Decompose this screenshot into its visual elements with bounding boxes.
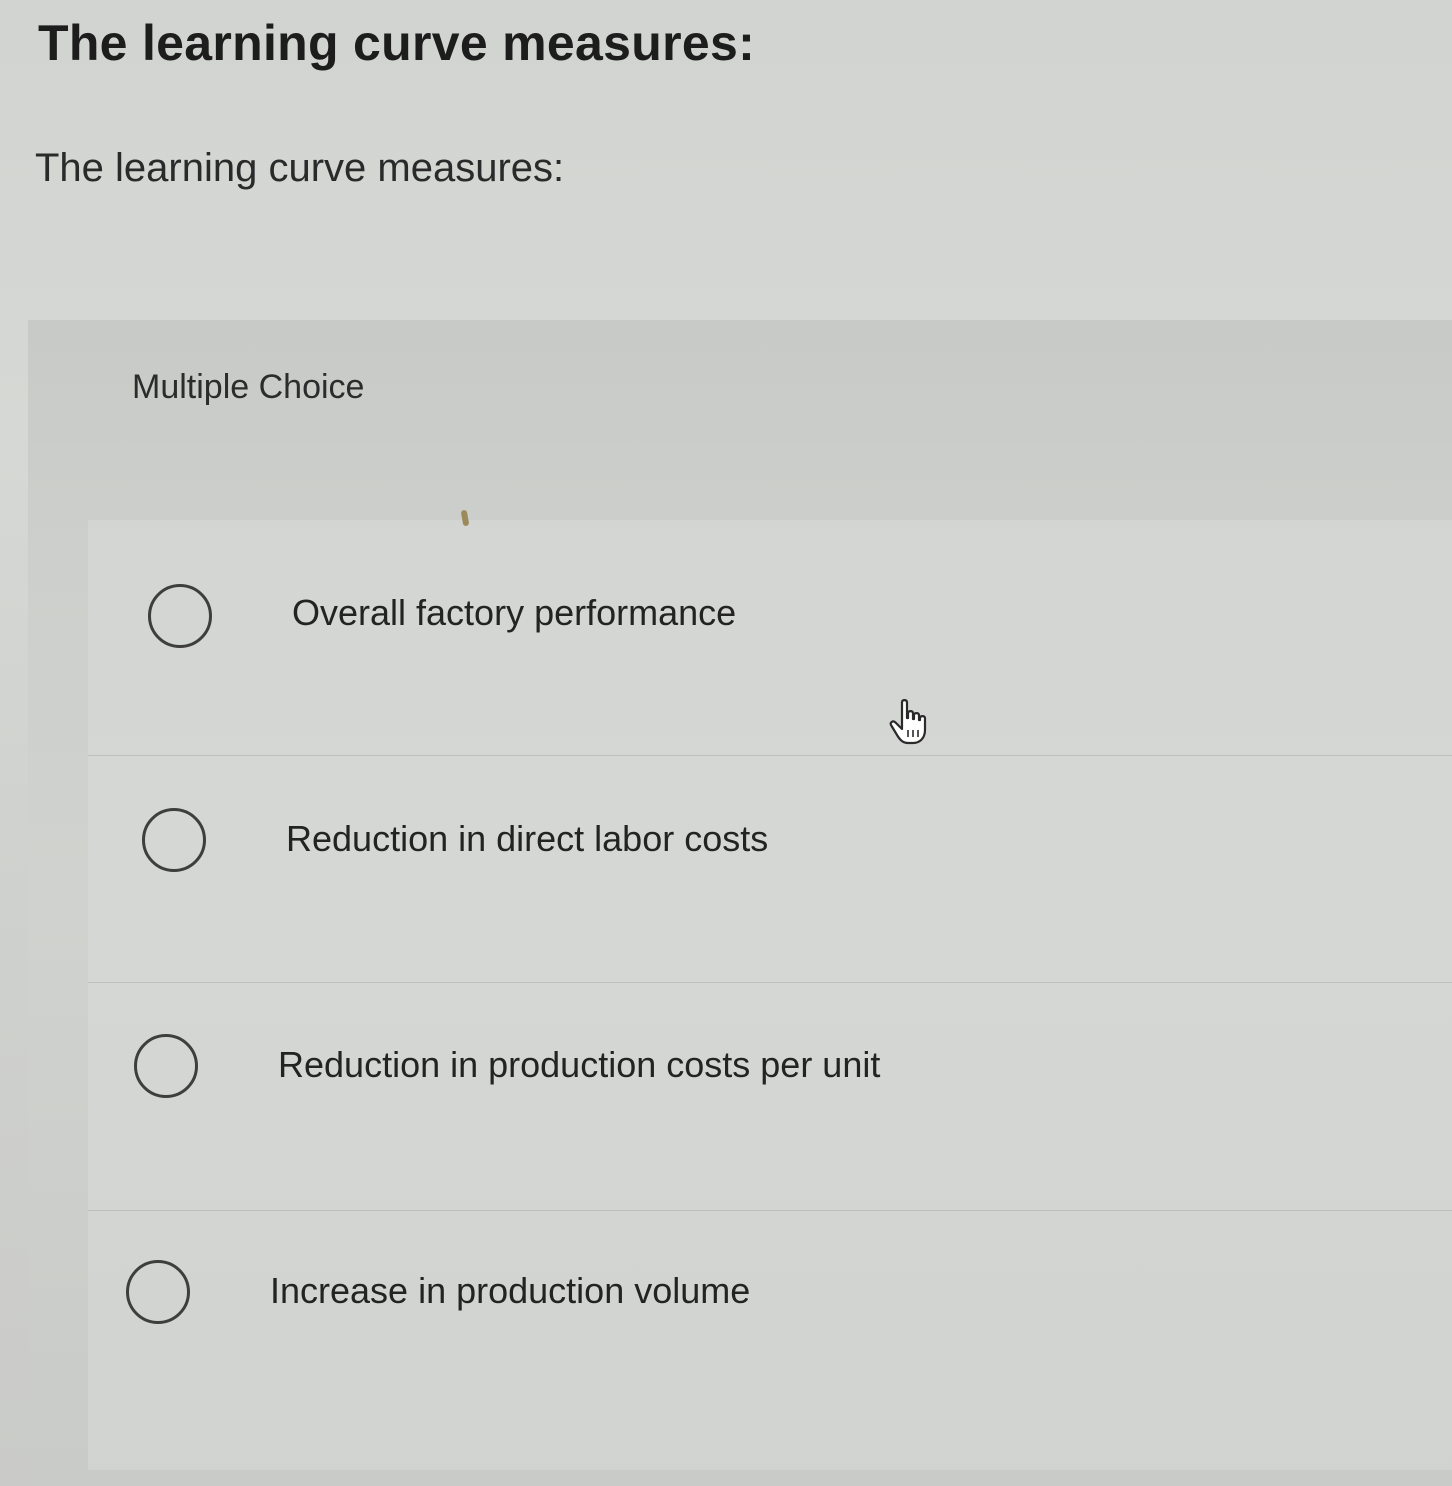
question-type-label: Multiple Choice: [132, 368, 365, 406]
page-title: The learning curve measures:: [38, 15, 756, 71]
radio-button-unselected-icon[interactable]: [126, 1260, 190, 1324]
answer-option-2[interactable]: Reduction in direct labor costs: [88, 776, 1452, 926]
radio-button-unselected-icon[interactable]: [134, 1034, 198, 1098]
answer-option-label[interactable]: Reduction in production costs per unit: [278, 1044, 880, 1086]
answer-option-label[interactable]: Reduction in direct labor costs: [286, 818, 768, 860]
question-panel: Multiple Choice Overall factory performa…: [28, 320, 1452, 1486]
question-text: The learning curve measures:: [35, 146, 565, 190]
option-divider: [88, 755, 1452, 756]
answer-options: Overall factory performance Reduction in…: [88, 520, 1452, 1470]
answer-option-label[interactable]: Overall factory performance: [292, 592, 736, 634]
answer-option-3[interactable]: Reduction in production costs per unit: [88, 1002, 1452, 1152]
answer-option-1[interactable]: Overall factory performance: [88, 550, 1452, 700]
option-divider: [88, 982, 1452, 983]
option-divider: [88, 1210, 1452, 1211]
radio-button-unselected-icon[interactable]: [142, 808, 206, 872]
radio-button-unselected-icon[interactable]: [148, 584, 212, 648]
answer-option-label[interactable]: Increase in production volume: [270, 1270, 750, 1312]
hand-pointer-icon: [889, 699, 927, 745]
answer-option-4[interactable]: Increase in production volume: [88, 1228, 1452, 1378]
